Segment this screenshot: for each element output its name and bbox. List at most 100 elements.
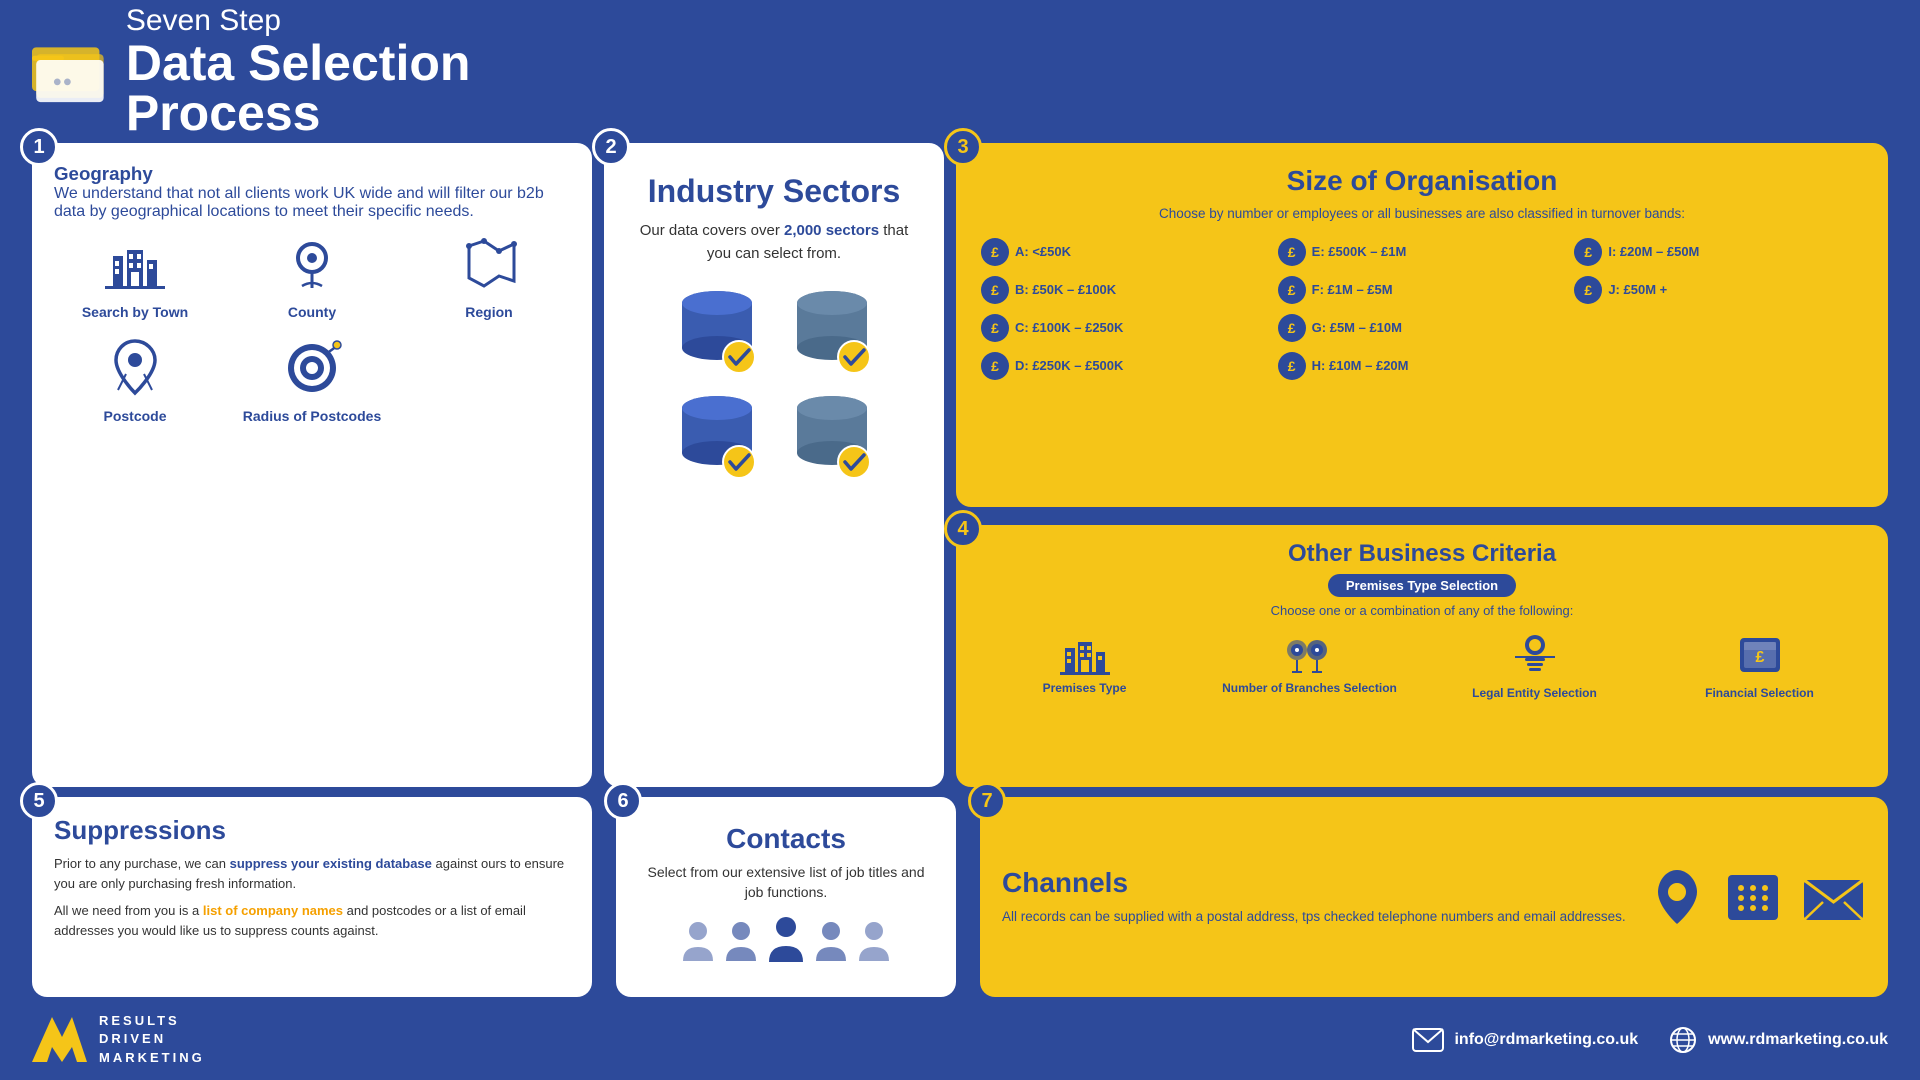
contacts-box: 6 Contacts Select from our extensive lis… — [616, 797, 956, 997]
email-address: info@rdmarketing.co.uk — [1454, 1031, 1638, 1049]
band-c: £ C: £100K – £250K — [981, 314, 1270, 342]
geography-box: 1 Geography We understand that not all c… — [32, 143, 592, 787]
header-text: Seven Step Data Selection Process — [126, 4, 592, 138]
radius-icon — [280, 335, 345, 400]
postcode-icon — [103, 335, 168, 400]
right-column: 3 Size of Organisation Choose by number … — [956, 28, 1888, 787]
footer-bar: RESULTS DRIVEN MARKETING info@rdmarketin… — [32, 1007, 1888, 1062]
person-icon-5 — [855, 919, 893, 964]
pound-b: £ — [981, 276, 1009, 304]
header-title: Data Selection Process — [126, 38, 592, 138]
size-org-subtitle: Choose by number or employees or all bus… — [981, 205, 1863, 223]
band-f: £ F: £1M – £5M — [1278, 276, 1567, 304]
band-d: £ D: £250K – £500K — [981, 352, 1270, 380]
other-business-box: 4 Other Business Criteria Premises Type … — [956, 525, 1888, 787]
right-header-spacer — [956, 28, 1888, 128]
financial-icon: £ — [1735, 630, 1785, 680]
channels-title: Channels — [1002, 867, 1630, 899]
pound-i: £ — [1574, 238, 1602, 266]
criteria-legal: Legal Entity Selection — [1426, 630, 1643, 700]
geography-desc: We understand that not all clients work … — [54, 185, 570, 221]
db-icon-3 — [667, 390, 767, 480]
postcode-label: Postcode — [103, 408, 166, 424]
criteria-branches: Number of Branches Selection — [1201, 630, 1418, 700]
town-icon — [103, 231, 168, 296]
band-h-label: H: £10M – £20M — [1312, 358, 1409, 373]
email-link[interactable]: info@rdmarketing.co.uk — [1412, 1028, 1638, 1052]
criteria-premises: Premises Type — [976, 630, 1193, 700]
band-a: £ A: <£50K — [981, 238, 1270, 266]
band-f-label: F: £1M – £5M — [1312, 282, 1393, 297]
email-footer-icon — [1412, 1028, 1444, 1052]
turnover-grid: £ A: <£50K £ E: £500K – £1M £ I: £20M – … — [981, 238, 1863, 380]
email-channel-icon — [1801, 872, 1866, 922]
step6-number: 6 — [604, 782, 642, 820]
step5-number: 5 — [20, 782, 58, 820]
db-icons — [647, 270, 902, 495]
geo-item-postcode: Postcode — [54, 335, 216, 424]
suppressions-box: 5 Suppressions Prior to any purchase, we… — [32, 797, 592, 997]
folder-icon — [32, 33, 108, 108]
choose-text: Choose one or a combination of any of th… — [976, 603, 1868, 618]
contacts-desc: Select from our extensive list of job ti… — [638, 863, 934, 902]
pound-f: £ — [1278, 276, 1306, 304]
band-empty-1 — [1574, 314, 1863, 342]
logo-line1: RESULTS — [99, 1012, 205, 1030]
step2-number: 2 — [592, 128, 630, 166]
logo-icon — [32, 1017, 87, 1062]
band-e-label: E: £500K – £1M — [1312, 244, 1407, 259]
person-icon-3 — [765, 914, 807, 964]
size-org-title: Size of Organisation — [981, 165, 1863, 197]
criteria-legal-label: Legal Entity Selection — [1472, 686, 1597, 700]
person-icon-1 — [679, 919, 717, 964]
globe-footer-icon — [1668, 1025, 1698, 1055]
region-label: Region — [465, 304, 512, 320]
geo-icons: Search by Town County — [54, 231, 570, 424]
criteria-financial-label: Financial Selection — [1705, 686, 1814, 700]
premises-type-icon — [1060, 630, 1110, 675]
pound-j: £ — [1574, 276, 1602, 304]
geo-item-county: County — [231, 231, 393, 320]
pound-d: £ — [981, 352, 1009, 380]
pound-a: £ — [981, 238, 1009, 266]
premises-badge: Premises Type Selection — [1328, 574, 1516, 597]
db-icon-1 — [667, 285, 767, 375]
suppressions-title: Suppressions — [54, 815, 570, 846]
logo-text: RESULTS DRIVEN MARKETING — [99, 1012, 205, 1067]
pound-e: £ — [1278, 238, 1306, 266]
top-section: Seven Step Data Selection Process 1 Geog… — [32, 28, 1888, 787]
band-b: £ B: £50K – £100K — [981, 276, 1270, 304]
step3-number: 3 — [944, 128, 982, 166]
location-channel-icon — [1650, 867, 1705, 927]
radius-label: Radius of Postcodes — [243, 408, 381, 424]
band-j-label: J: £50M + — [1608, 282, 1667, 297]
premises-badge-container: Premises Type Selection — [976, 574, 1868, 597]
town-label: Search by Town — [82, 304, 188, 320]
industry-title: Industry Sectors — [648, 173, 901, 210]
header: Seven Step Data Selection Process — [32, 28, 592, 128]
db-icon-2 — [782, 285, 882, 375]
logo-line2: DRIVEN — [99, 1030, 205, 1048]
channels-text: Channels All records can be supplied wit… — [1002, 867, 1630, 927]
header-subtitle: Seven Step — [126, 4, 592, 38]
person-icon-2 — [722, 919, 760, 964]
bottom-section: 5 Suppressions Prior to any purchase, we… — [32, 797, 1888, 997]
page-container: Seven Step Data Selection Process 1 Geog… — [0, 0, 1920, 1080]
band-e: £ E: £500K – £1M — [1278, 238, 1567, 266]
step7-number: 7 — [968, 782, 1006, 820]
geo-item-radius: Radius of Postcodes — [231, 335, 393, 424]
band-i: £ I: £20M – £50M — [1574, 238, 1863, 266]
website-address: www.rdmarketing.co.uk — [1708, 1031, 1888, 1049]
band-c-label: C: £100K – £250K — [1015, 320, 1123, 335]
size-org-box: 3 Size of Organisation Choose by number … — [956, 143, 1888, 507]
county-label: County — [288, 304, 336, 320]
band-j: £ J: £50M + — [1574, 276, 1863, 304]
band-h: £ H: £10M – £20M — [1278, 352, 1567, 380]
web-link[interactable]: www.rdmarketing.co.uk — [1668, 1025, 1888, 1055]
industry-desc: Our data covers over 2,000 sectors that … — [626, 220, 922, 265]
channels-box: 7 Channels All records can be supplied w… — [980, 797, 1888, 997]
criteria-branches-label: Number of Branches Selection — [1222, 681, 1397, 695]
middle-column: 2 Industry Sectors Our data covers over … — [604, 28, 944, 787]
band-a-label: A: <£50K — [1015, 244, 1071, 259]
industry-box: 2 Industry Sectors Our data covers over … — [604, 143, 944, 787]
